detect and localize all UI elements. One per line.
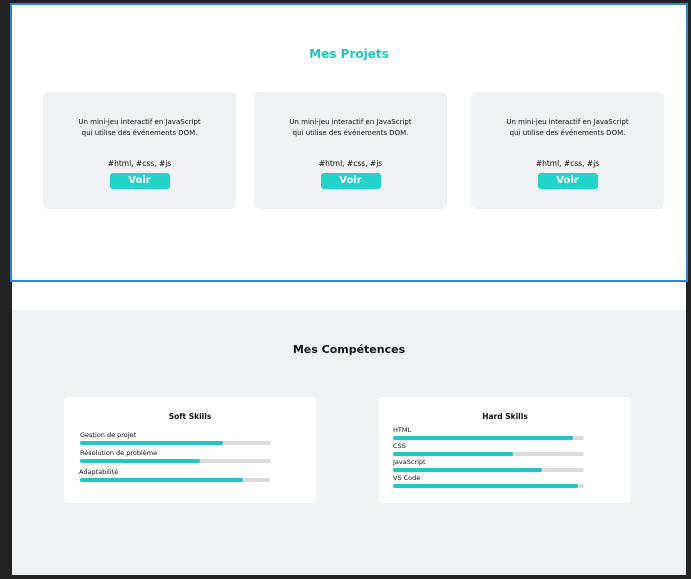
skill-label: HTML [393,426,412,434]
skill-bar [393,452,584,456]
soft-skills-title: Soft Skills [168,412,212,421]
project-tags: #html, #css, #js [535,159,600,168]
projects-title: Mes Projets [309,47,389,61]
skill-bar-fill [80,459,201,463]
project-card: Un mini-jeu interactif en JavaScript qui… [471,92,664,209]
skill-bar [80,459,271,463]
skill-bar [80,441,271,445]
skills-section: Mes Compétences Soft Skills Gestion de p… [12,310,686,575]
project-card: Un mini-jeu interactif en JavaScript qui… [43,92,236,209]
project-tags: #html, #css, #js [107,159,172,168]
skill-bar-fill [393,484,579,488]
skill-item: VS Code [393,474,584,488]
skills-title: Mes Compétences [292,343,406,356]
skill-item: HTML [393,426,584,440]
view-project-button[interactable]: Voir [320,173,381,189]
skill-bar [393,484,584,488]
project-description: Un mini-jeu interactif en JavaScript qui… [289,118,412,137]
hard-skills-box: Hard Skills HTML CSS JavaScript VS Code [379,397,631,503]
section-spacer [12,282,686,310]
skill-bar-fill [80,441,224,445]
project-card: Un mini-jeu interactif en JavaScript qui… [254,92,447,209]
project-tags: #html, #css, #js [318,159,383,168]
skill-label: Résolution de problème [80,449,158,457]
skill-bar-fill [393,452,514,456]
projects-section: Mes Projets Un mini-jeu interactif en Ja… [10,3,688,282]
skill-item: Adaptabilité [79,468,270,482]
hard-skills-title: Hard Skills [482,412,528,421]
soft-skills-box: Soft Skills Gestion de projet Résolution… [64,397,316,503]
project-description: Un mini-jeu interactif en JavaScript qui… [506,118,629,137]
skill-item: JavaScript [393,458,584,472]
skill-item: Résolution de problème [80,449,271,463]
skill-bar [393,468,584,472]
skill-label: CSS [393,442,406,450]
skill-label: JavaScript [393,458,426,466]
view-project-button[interactable]: Voir [537,173,598,189]
skill-bar-fill [393,436,573,440]
skill-item: CSS [393,442,584,456]
project-description: Un mini-jeu interactif en JavaScript qui… [78,118,201,137]
skill-bar [80,478,270,482]
skill-label: Gestion de projet [80,431,137,439]
skill-label: VS Code [393,474,421,482]
skill-bar-fill [80,478,244,482]
skill-item: Gestion de projet [80,431,271,445]
skill-bar [393,436,584,440]
skill-bar-fill [393,468,542,472]
view-project-button[interactable]: Voir [109,173,170,189]
skill-label: Adaptabilité [79,468,119,476]
